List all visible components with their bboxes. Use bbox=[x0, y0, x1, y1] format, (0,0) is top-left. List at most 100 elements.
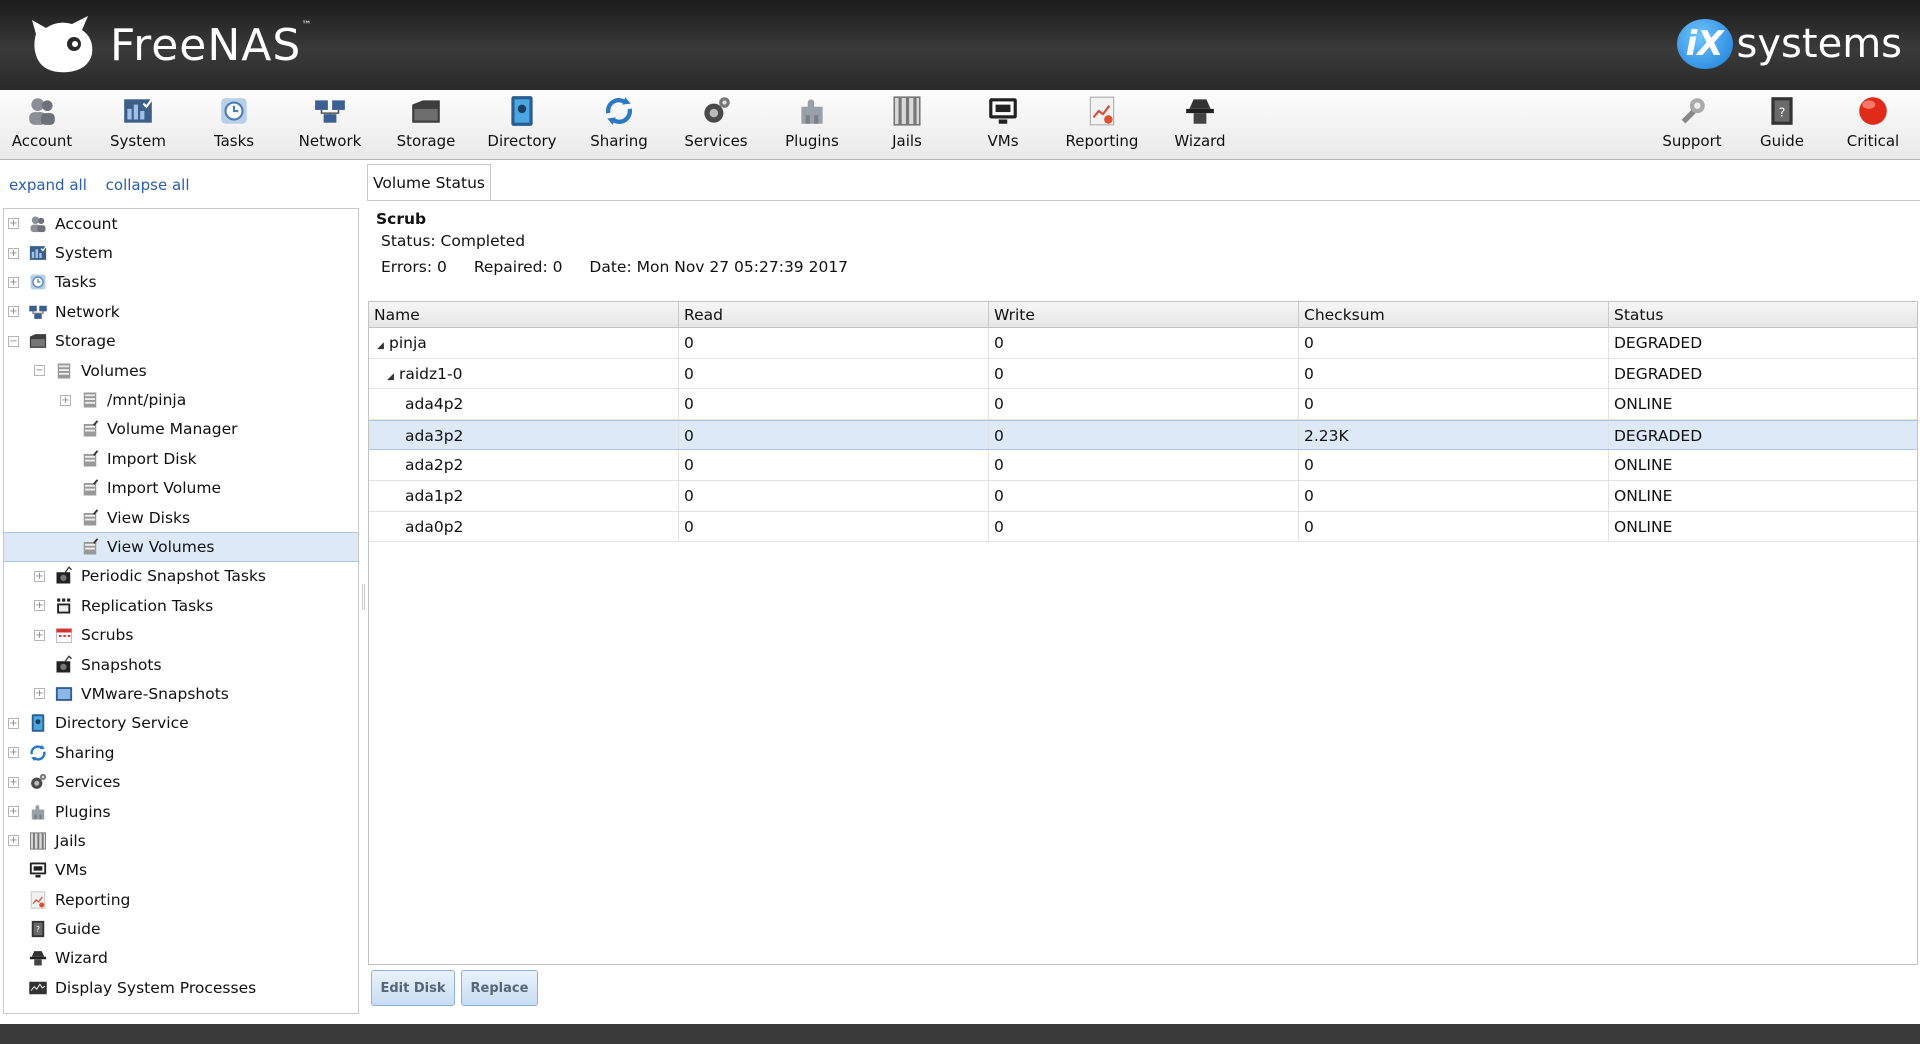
expand-triangle-icon[interactable]: ◢ bbox=[387, 362, 399, 392]
table-row[interactable]: ada1p2 0 0 0 ONLINE bbox=[369, 480, 1917, 512]
toolbar-plugins-button[interactable]: Plugins bbox=[767, 94, 857, 156]
cell-write: 0 bbox=[989, 511, 1299, 542]
tree-item-directory-service[interactable]: + Directory Service bbox=[4, 709, 358, 738]
collapse-toggle[interactable]: − bbox=[8, 335, 19, 347]
edit-disk-button[interactable]: Edit Disk bbox=[371, 970, 455, 1006]
toolbar-guide-button[interactable]: ? Guide bbox=[1737, 94, 1827, 156]
reporting-icon bbox=[27, 890, 49, 910]
tree-item-wizard[interactable]: Wizard bbox=[4, 944, 358, 973]
tree-item-snapshots[interactable]: Snapshots bbox=[4, 650, 358, 679]
tree-item-jails[interactable]: + Jails bbox=[4, 826, 358, 855]
tree-item-network[interactable]: + Network bbox=[4, 297, 358, 326]
toolbar-label: Plugins bbox=[785, 132, 839, 150]
column-header-read[interactable]: Read bbox=[679, 302, 989, 327]
column-header-status[interactable]: Status bbox=[1609, 302, 1917, 327]
tree-item-scrubs[interactable]: + Scrubs bbox=[4, 620, 358, 649]
expand-toggle[interactable]: + bbox=[8, 747, 19, 759]
vms-icon bbox=[985, 94, 1021, 128]
column-header-write[interactable]: Write bbox=[989, 302, 1299, 327]
collapse-all-link[interactable]: collapse all bbox=[106, 176, 190, 194]
tree-item-storage[interactable]: − Storage bbox=[4, 327, 358, 356]
expand-toggle[interactable]: + bbox=[8, 276, 19, 288]
tree-item-replication-tasks[interactable]: + Replication Tasks bbox=[4, 591, 358, 620]
tree-item-volumes[interactable]: − Volumes bbox=[4, 356, 358, 385]
expand-toggle[interactable]: + bbox=[34, 688, 45, 700]
freenas-logo[interactable]: FreeNAS™ bbox=[28, 10, 312, 80]
tree-item-display-system-processes[interactable]: Display System Processes bbox=[4, 973, 358, 1002]
tree-item-periodic-snapshot-tasks[interactable]: + Periodic Snapshot Tasks bbox=[4, 562, 358, 591]
toolbar-jails-button[interactable]: Jails bbox=[862, 94, 952, 156]
toolbar-critical-button[interactable]: Critical bbox=[1828, 94, 1918, 156]
table-row[interactable]: ada3p2 0 0 2.23K DEGRADED bbox=[369, 419, 1917, 451]
tree-item-label: Display System Processes bbox=[55, 978, 257, 997]
tree-item-guide[interactable]: ? Guide bbox=[4, 914, 358, 943]
replace-button[interactable]: Replace bbox=[461, 970, 538, 1006]
tree-item-volume-manager[interactable]: Volume Manager bbox=[4, 415, 358, 444]
expand-toggle[interactable]: + bbox=[34, 600, 45, 612]
expand-toggle[interactable]: + bbox=[60, 394, 71, 406]
expand-toggle[interactable]: + bbox=[34, 570, 45, 582]
expand-toggle[interactable]: + bbox=[8, 776, 19, 788]
expand-toggle[interactable]: + bbox=[8, 835, 19, 847]
tree-item-import-disk[interactable]: Import Disk bbox=[4, 444, 358, 473]
expand-all-link[interactable]: expand all bbox=[9, 176, 87, 194]
tree-item-services[interactable]: + Services bbox=[4, 767, 358, 796]
tree-item-plugins[interactable]: + Plugins bbox=[4, 797, 358, 826]
column-header-checksum[interactable]: Checksum bbox=[1299, 302, 1609, 327]
toolbar-directory-button[interactable]: Directory bbox=[477, 94, 567, 156]
table-row[interactable]: ada4p2 0 0 0 ONLINE bbox=[369, 389, 1917, 420]
tree-item-mnt-pinja[interactable]: + /mnt/pinja bbox=[4, 385, 358, 414]
cell-read: 0 bbox=[679, 358, 989, 389]
toolbar-account-button[interactable]: Account bbox=[0, 94, 87, 156]
toolbar-services-button[interactable]: Services bbox=[671, 94, 761, 156]
app-header: FreeNAS™ iX systems bbox=[0, 0, 1920, 90]
tree-item-label: Guide bbox=[55, 920, 101, 939]
tree-item-label: VMware-Snapshots bbox=[81, 684, 229, 703]
collapse-toggle[interactable]: − bbox=[34, 365, 45, 377]
cell-checksum: 0 bbox=[1299, 328, 1609, 358]
table-row[interactable]: ada2p2 0 0 0 ONLINE bbox=[369, 450, 1917, 481]
toolbar-tasks-button[interactable]: Tasks bbox=[189, 94, 279, 156]
table-row[interactable]: ◢ raidz1-0 0 0 0 DEGRADED bbox=[369, 358, 1917, 392]
expand-toggle[interactable]: + bbox=[8, 247, 19, 259]
tab-volume-status[interactable]: Volume Status bbox=[367, 164, 491, 201]
critical-alert-icon bbox=[1855, 94, 1891, 128]
wizard-icon bbox=[27, 948, 49, 968]
expand-toggle[interactable]: + bbox=[8, 218, 19, 230]
volumes-icon bbox=[53, 361, 75, 381]
tree-item-system[interactable]: + System bbox=[4, 238, 358, 267]
expand-toggle[interactable]: + bbox=[34, 629, 45, 641]
toolbar-system-button[interactable]: System bbox=[93, 94, 183, 156]
toolbar-storage-button[interactable]: Storage bbox=[381, 94, 471, 156]
tree-item-label: Volumes bbox=[81, 361, 147, 380]
cell-checksum: 0 bbox=[1299, 389, 1609, 419]
toolbar-sharing-button[interactable]: Sharing bbox=[574, 94, 664, 156]
tree-item-tasks[interactable]: + Tasks bbox=[4, 268, 358, 297]
tree-item-account[interactable]: + Account bbox=[4, 209, 358, 238]
tree-item-view-disks[interactable]: View Disks bbox=[4, 503, 358, 532]
tree-item-view-volumes[interactable]: View Volumes bbox=[4, 532, 358, 562]
expand-toggle[interactable]: + bbox=[8, 306, 19, 318]
tree-item-vms[interactable]: VMs bbox=[4, 856, 358, 885]
toolbar-label: Wizard bbox=[1174, 132, 1226, 150]
table-row[interactable]: ada0p2 0 0 0 ONLINE bbox=[369, 511, 1917, 543]
volumes-icon bbox=[79, 390, 101, 410]
tree-item-import-volume[interactable]: Import Volume bbox=[4, 474, 358, 503]
toolbar-reporting-button[interactable]: Reporting bbox=[1057, 94, 1147, 156]
tree-item-sharing[interactable]: + Sharing bbox=[4, 738, 358, 767]
column-header-name[interactable]: Name bbox=[369, 302, 679, 327]
toolbar-wizard-button[interactable]: Wizard bbox=[1155, 94, 1245, 156]
expand-toggle[interactable]: + bbox=[8, 806, 19, 817]
pane-splitter[interactable] bbox=[362, 584, 365, 610]
toolbar-network-button[interactable]: Network bbox=[285, 94, 375, 156]
toolbar-support-button[interactable]: Support bbox=[1647, 94, 1737, 156]
tree-item-reporting[interactable]: Reporting bbox=[4, 885, 358, 914]
tree-item-vmware-snapshots[interactable]: + VMware-Snapshots bbox=[4, 679, 358, 708]
table-row[interactable]: ◢ pinja 0 0 0 DEGRADED bbox=[369, 328, 1917, 359]
reporting-icon bbox=[1084, 94, 1120, 128]
ixsystems-logo[interactable]: iX systems bbox=[1676, 14, 1902, 74]
expand-toggle[interactable]: + bbox=[8, 717, 19, 729]
expand-triangle-icon[interactable]: ◢ bbox=[377, 331, 389, 361]
toolbar-vms-button[interactable]: VMs bbox=[958, 94, 1048, 156]
